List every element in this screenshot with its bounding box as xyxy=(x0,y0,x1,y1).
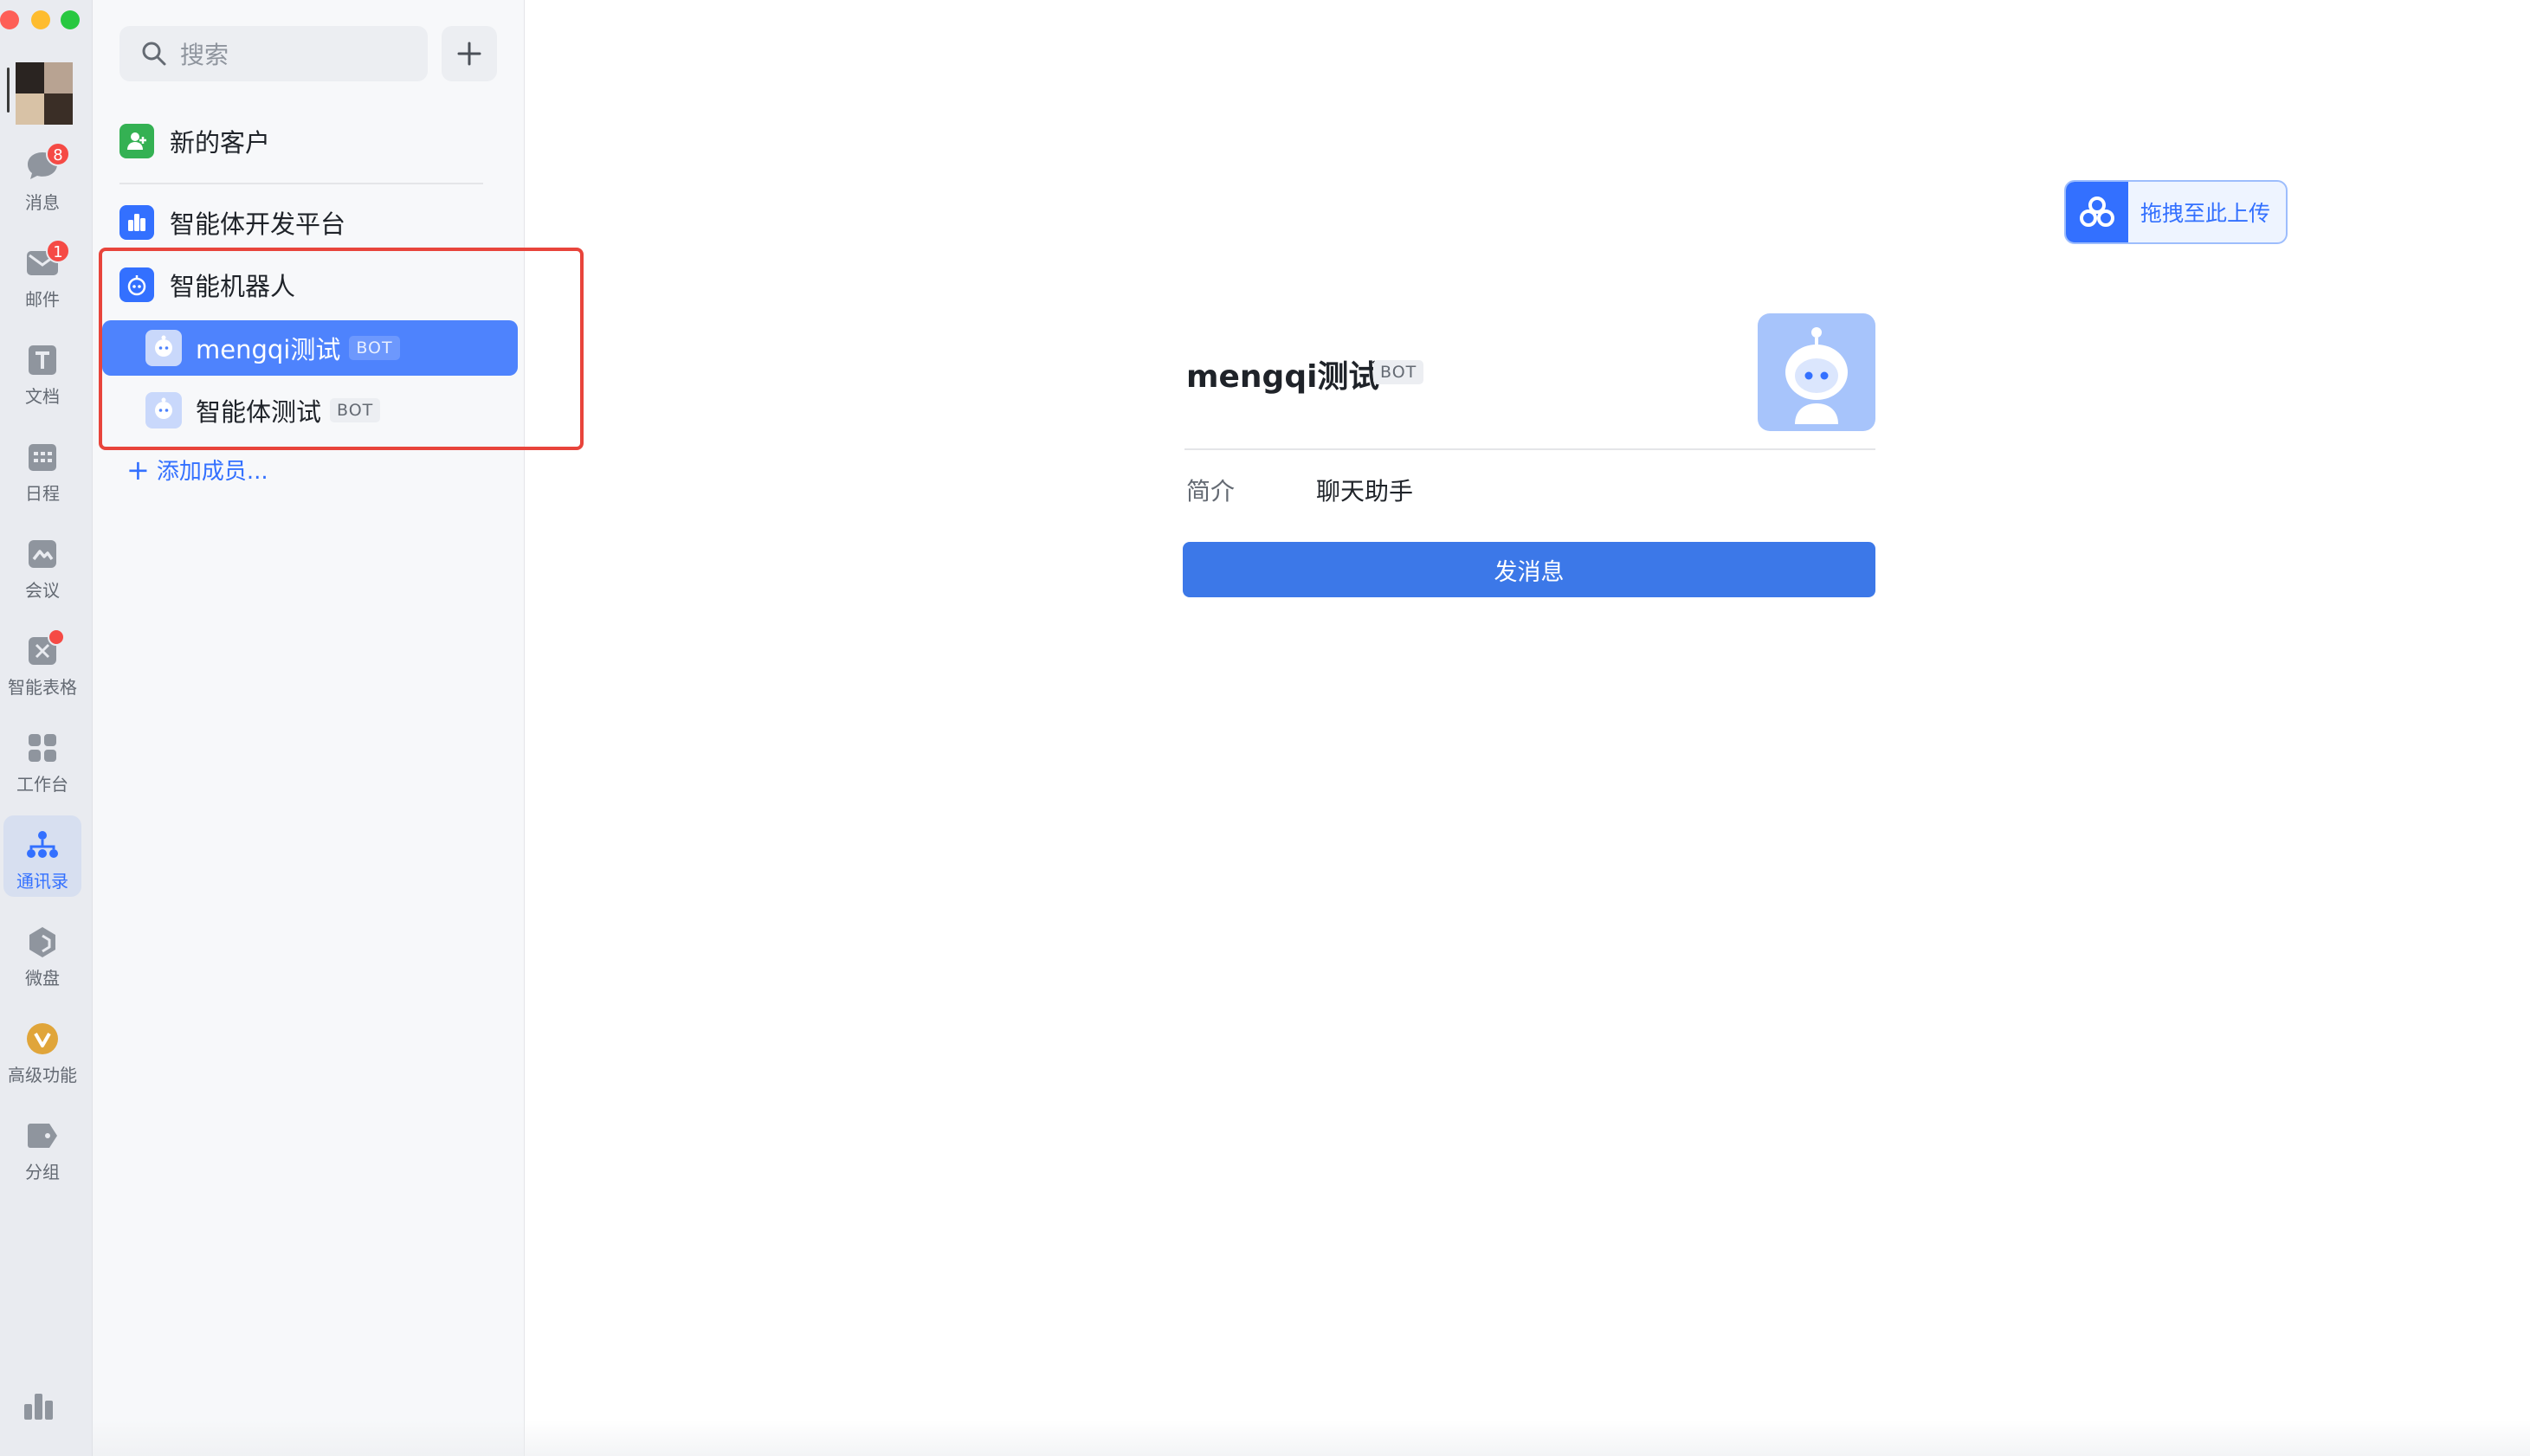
intro-label: 简介 xyxy=(1186,477,1236,506)
mail-icon: 1 xyxy=(25,239,70,280)
add-button[interactable] xyxy=(442,26,497,81)
bot-avatar-icon xyxy=(145,330,182,366)
rail-label: 工作台 xyxy=(16,774,68,795)
list-item-dev-platform[interactable]: 智能体开发平台 xyxy=(119,204,345,241)
rail-item-mail[interactable]: 1 邮件 xyxy=(3,234,81,315)
new-customer-label: 新的客户 xyxy=(170,128,271,158)
smart-robot-label: 智能机器人 xyxy=(170,272,296,301)
left-rail: 8 消息 1 邮件 文档 日程 会议 智能表格 工作台 通讯录 微盘 高级功能 … xyxy=(0,0,93,1456)
upload-drop-button[interactable]: 拖拽至此上传 xyxy=(2064,180,2288,244)
smart-sheet-dot xyxy=(48,628,65,646)
robot-icon xyxy=(119,267,154,302)
rail-label: 文档 xyxy=(25,386,60,407)
list-item-member[interactable]: mengqi测试 BOT xyxy=(102,320,518,376)
intro-value: 聊天助手 xyxy=(1316,477,1414,506)
app-window: 8 消息 1 邮件 文档 日程 会议 智能表格 工作台 通讯录 微盘 高级功能 … xyxy=(0,0,2530,1456)
window-close-button[interactable] xyxy=(0,10,19,29)
rail-label: 邮件 xyxy=(25,289,60,310)
list-divider xyxy=(119,183,483,184)
profile-divider xyxy=(1184,448,1875,450)
list-item-smart-robot[interactable]: 智能机器人 xyxy=(119,267,295,303)
rail-item-contacts[interactable]: 通讯录 xyxy=(3,815,81,897)
search-input[interactable]: 搜索 xyxy=(119,26,428,81)
rail-label: 消息 xyxy=(25,192,60,213)
list-item-member[interactable]: 智能体测试 BOT xyxy=(102,383,518,438)
list-item-new-customer[interactable]: 新的客户 xyxy=(119,123,270,159)
smart-sheet-icon xyxy=(25,628,65,668)
document-icon xyxy=(25,343,60,377)
rail-item-docs[interactable]: 文档 xyxy=(3,331,81,412)
bot-avatar-icon xyxy=(145,392,182,428)
plus-icon: + xyxy=(126,453,150,486)
new-customer-icon xyxy=(119,124,154,158)
rail-item-premium[interactable]: 高级功能 xyxy=(3,1009,81,1091)
member-name: mengqi测试 xyxy=(196,335,341,364)
add-member-label: 添加成员... xyxy=(156,459,268,485)
rail-label: 会议 xyxy=(25,580,60,601)
rail-item-smart-sheet[interactable]: 智能表格 xyxy=(3,622,81,703)
messages-badge: 8 xyxy=(46,142,70,166)
dev-platform-label: 智能体开发平台 xyxy=(170,209,346,239)
rail-label: 微盘 xyxy=(25,968,60,989)
rail-label: 分组 xyxy=(25,1162,60,1182)
rail-item-calendar[interactable]: 日程 xyxy=(3,428,81,509)
profile-bot-tag: BOT xyxy=(1373,360,1424,384)
rail-item-drive[interactable]: 微盘 xyxy=(3,912,81,994)
rail-more-icon[interactable] xyxy=(21,1388,59,1427)
bottom-shadow xyxy=(93,1420,2530,1456)
bot-tag: BOT xyxy=(330,398,381,422)
robot-avatar-icon xyxy=(1785,327,1848,424)
rail-item-meeting[interactable]: 会议 xyxy=(3,525,81,606)
avatar[interactable] xyxy=(16,62,73,125)
plus-icon xyxy=(457,42,481,66)
calendar-icon xyxy=(25,440,60,474)
rail-item-workbench[interactable]: 工作台 xyxy=(3,718,81,800)
rail-label: 高级功能 xyxy=(8,1065,77,1086)
rail-label: 智能表格 xyxy=(8,677,77,698)
window-minimize-button[interactable] xyxy=(31,10,50,29)
rail-label: 通讯录 xyxy=(16,871,68,892)
mail-badge: 1 xyxy=(46,239,70,263)
rail-item-groups[interactable]: 分组 xyxy=(3,1106,81,1188)
search-icon xyxy=(142,42,166,66)
profile-indicator xyxy=(7,68,10,113)
meeting-icon xyxy=(25,537,60,571)
member-name: 智能体测试 xyxy=(196,397,322,427)
send-message-button[interactable]: 发消息 xyxy=(1183,542,1875,597)
window-zoom-button[interactable] xyxy=(61,10,80,29)
cloud-upload-icon xyxy=(2066,182,2128,242)
org-chart-icon xyxy=(25,828,60,862)
search-placeholder: 搜索 xyxy=(180,41,229,69)
drive-icon xyxy=(25,924,60,959)
dev-platform-icon xyxy=(119,205,154,240)
bot-tag: BOT xyxy=(349,336,400,360)
rail-item-messages[interactable]: 8 消息 xyxy=(3,137,81,218)
profile-avatar[interactable] xyxy=(1758,313,1875,431)
tag-icon xyxy=(25,1118,60,1153)
chat-bubble-icon: 8 xyxy=(25,142,70,184)
grid-icon xyxy=(25,731,60,765)
add-member-link[interactable]: + 添加成员... xyxy=(126,454,268,486)
upload-label: 拖拽至此上传 xyxy=(2140,201,2271,226)
profile-name: mengqi测试 xyxy=(1186,359,1380,395)
premium-icon xyxy=(25,1021,60,1056)
rail-label: 日程 xyxy=(25,483,60,504)
